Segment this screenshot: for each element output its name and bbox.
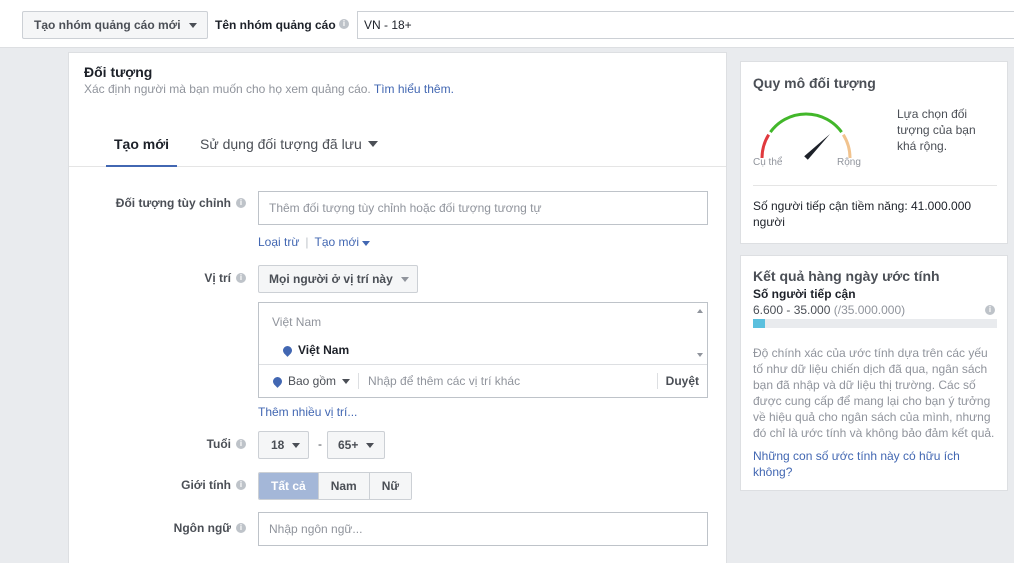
learn-more-link[interactable]: Tìm hiểu thêm. — [374, 82, 454, 96]
separator: | — [305, 235, 309, 249]
custom-audience-input[interactable]: Thêm đối tượng tùy chỉnh hoặc đối tượng … — [258, 191, 708, 225]
gauge-narrow-label: Cụ thể — [753, 157, 783, 168]
audience-size-title: Quy mô đối tượng — [753, 75, 876, 91]
reach-progress-bar — [753, 319, 997, 328]
browse-button[interactable]: Duyệt — [656, 373, 699, 389]
potential-reach: Số người tiếp cận tiềm năng: 41.000.000 … — [753, 199, 972, 229]
age-separator: - — [318, 437, 322, 451]
exclude-link[interactable]: Loại trừ — [258, 235, 299, 249]
language-label: Ngôn ngữ i — [174, 521, 246, 535]
tab-create-new[interactable]: Tạo mới — [106, 136, 178, 167]
custom-audience-label: Đối tượng tùy chỉnh i — [116, 196, 246, 210]
audience-gauge — [760, 112, 852, 160]
reach-progress-fill — [753, 319, 766, 328]
section-title: Đối tượng — [84, 64, 153, 80]
reach-range: 6.600 - 35.000 (/35.000.000) — [753, 303, 906, 317]
age-max-select[interactable]: 65+ — [327, 431, 386, 459]
info-icon[interactable]: i — [236, 273, 246, 283]
create-ad-group-dropdown[interactable]: Tạo nhóm quảng cáo mới — [22, 11, 208, 39]
include-dropdown[interactable]: Bao gồm — [271, 373, 360, 389]
location-mode-select[interactable]: Mọi người ở vị trí này — [258, 265, 418, 293]
tab-saved-audience[interactable]: Sử dụng đối tượng đã lưu — [200, 136, 378, 152]
location-pin-icon — [271, 374, 284, 388]
location-label: Vị trí i — [204, 271, 246, 285]
info-icon[interactable]: i — [236, 523, 246, 533]
audience-size-card: Quy mô đối tượng Cụ thể Rộng Lựa chọn đố… — [740, 61, 1008, 244]
audience-size-description: Lựa chọn đối tượng của bạn khá rộng. — [897, 107, 976, 153]
chevron-down-icon — [366, 442, 375, 448]
ad-group-name-label: Tên nhóm quảng cáo — [215, 18, 336, 32]
create-new-link[interactable]: Tạo mới — [315, 235, 371, 249]
chevron-down-icon — [292, 442, 301, 448]
age-min-select[interactable]: 18 — [258, 431, 310, 459]
gauge-broad-arc — [841, 133, 852, 159]
scroll-up-arrow[interactable] — [697, 309, 703, 313]
location-group-header: Việt Nam — [272, 315, 322, 329]
chevron-down-icon — [342, 378, 351, 384]
gender-label: Giới tính i — [181, 478, 246, 492]
age-label: Tuổi i — [207, 437, 246, 451]
chevron-down-icon — [188, 22, 197, 28]
gender-female-button[interactable]: Nữ — [368, 473, 412, 499]
custom-audience-actions: Loại trừ | Tạo mới — [258, 235, 371, 249]
audience-tabs: Tạo mới Sử dụng đối tượng đã lưu — [69, 123, 726, 167]
add-more-locations-link[interactable]: Thêm nhiều vị trí... — [258, 405, 357, 419]
location-box: Việt Nam Việt Nam Bao gồm Nhập để thêm c… — [258, 302, 708, 398]
gauge-good-arc — [769, 112, 843, 133]
gauge-narrow-arc — [760, 133, 771, 159]
reach-label: Số người tiếp cận — [753, 287, 856, 301]
section-subtitle: Xác định người mà bạn muốn cho họ xem qu… — [84, 82, 454, 96]
chevron-down-icon — [367, 141, 378, 147]
gauge-needle — [804, 134, 830, 160]
location-pin-icon — [281, 343, 294, 357]
create-ad-group-label: Tạo nhóm quảng cáo mới — [34, 18, 181, 32]
helpful-feedback-link[interactable]: Những con số ước tính này có hữu ích khô… — [753, 448, 993, 480]
info-icon[interactable]: i — [236, 480, 246, 490]
info-icon[interactable]: i — [236, 198, 246, 208]
chevron-down-icon — [362, 241, 371, 246]
location-item[interactable]: Việt Nam — [281, 343, 349, 357]
location-search-input[interactable]: Nhập để thêm các vị trí khác — [368, 374, 657, 388]
ad-group-name-input[interactable]: VN - 18+ — [357, 11, 1014, 39]
gender-all-button[interactable]: Tất cả — [259, 473, 318, 499]
location-search-row: Bao gồm Nhập để thêm các vị trí khác Duy… — [259, 364, 707, 397]
info-icon[interactable]: i — [985, 305, 995, 315]
daily-results-title: Kết quả hàng ngày ước tính — [753, 268, 940, 284]
gender-male-button[interactable]: Nam — [317, 473, 369, 499]
gender-toggle: Tất cả Nam Nữ — [258, 472, 413, 500]
language-input[interactable]: Nhập ngôn ngữ... — [258, 512, 708, 546]
divider — [753, 185, 997, 186]
info-icon[interactable]: i — [236, 439, 246, 449]
info-icon[interactable]: i — [339, 19, 349, 29]
chevron-down-icon — [400, 276, 409, 282]
scroll-down-arrow[interactable] — [697, 353, 703, 357]
top-bar: Tạo nhóm quảng cáo mới Tên nhóm quảng cá… — [0, 0, 1014, 48]
estimate-description: Độ chính xác của ước tính dựa trên các y… — [753, 346, 995, 440]
audience-panel: Đối tượng Xác định người mà bạn muốn cho… — [68, 52, 727, 563]
gauge-broad-label: Rộng — [837, 157, 861, 168]
daily-results-card: Kết quả hàng ngày ước tính Số người tiếp… — [740, 255, 1008, 491]
